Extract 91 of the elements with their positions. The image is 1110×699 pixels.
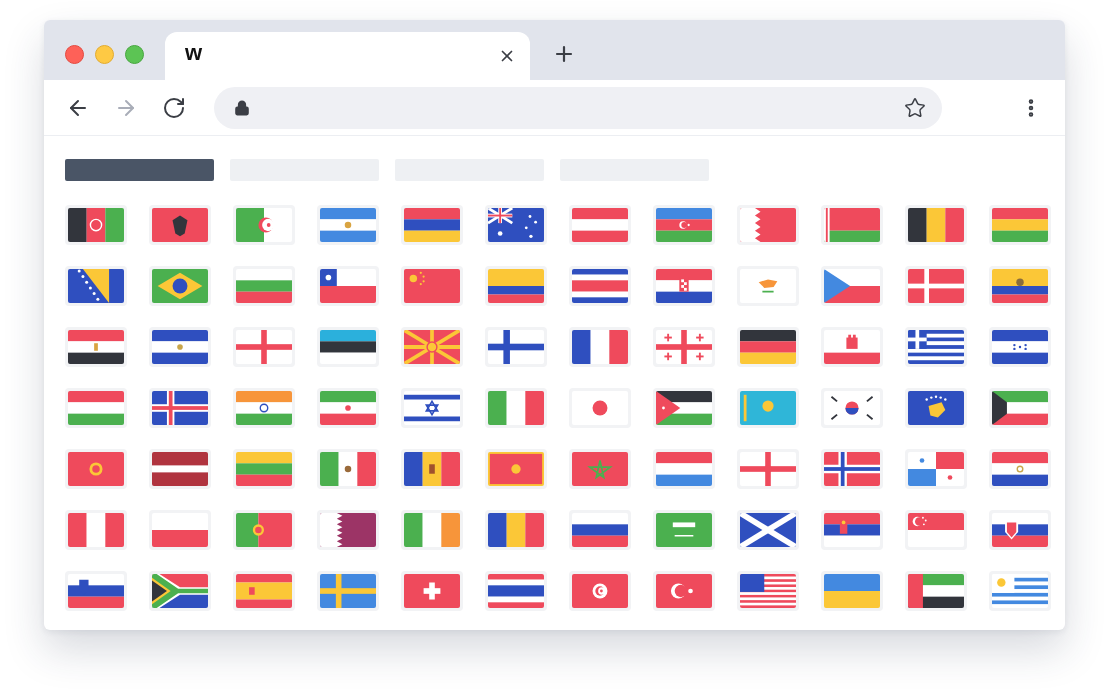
flag-icon (401, 327, 463, 367)
star-icon[interactable] (904, 96, 926, 119)
flag-icon (737, 388, 799, 428)
flag-icon (569, 571, 631, 611)
flag-icon (737, 327, 799, 367)
flag-icon (317, 327, 379, 367)
flag-icon (65, 327, 127, 367)
flag-icon (905, 571, 967, 611)
flag-icon (653, 449, 715, 489)
flag-icon (737, 205, 799, 245)
flag-icon (821, 266, 883, 306)
flag-icon (233, 449, 295, 489)
flag-icon (989, 510, 1051, 550)
flag-icon (569, 388, 631, 428)
flag-icon (569, 449, 631, 489)
flag-icon (653, 266, 715, 306)
flag-icon (401, 205, 463, 245)
flag-icon (317, 266, 379, 306)
flag-icon (737, 571, 799, 611)
flag-icon (737, 449, 799, 489)
flag-icon (485, 510, 547, 550)
flag-icon (317, 510, 379, 550)
flag-icon (569, 266, 631, 306)
flag-icon (401, 449, 463, 489)
flag-icon (65, 205, 127, 245)
flag-icon (821, 571, 883, 611)
flag-icon (149, 510, 211, 550)
flag-icon (905, 510, 967, 550)
flag-icon (905, 266, 967, 306)
flag-icon (485, 388, 547, 428)
flag-icon (149, 388, 211, 428)
flag-icon (821, 388, 883, 428)
flag-icon (989, 327, 1051, 367)
flag-icon (233, 388, 295, 428)
flag-icon (653, 571, 715, 611)
flag-icon (653, 205, 715, 245)
flag-icon (317, 205, 379, 245)
flag-icon (65, 571, 127, 611)
maximize-window-icon[interactable] (125, 45, 144, 64)
flag-icon (989, 571, 1051, 611)
flag-icon (653, 388, 715, 428)
flag-icon (233, 266, 295, 306)
flag-icon (233, 205, 295, 245)
flag-icon (821, 205, 883, 245)
flag-icon (905, 449, 967, 489)
flag-icon (317, 571, 379, 611)
flag-icon (989, 388, 1051, 428)
flag-icon (569, 510, 631, 550)
flag-icon (821, 327, 883, 367)
flag-icon (149, 266, 211, 306)
flag-icon (401, 266, 463, 306)
flag-icon (233, 571, 295, 611)
flag-icon (821, 449, 883, 489)
flag-icon (65, 449, 127, 489)
flag-icon (65, 510, 127, 550)
flag-icon (989, 205, 1051, 245)
flag-icon (149, 327, 211, 367)
flag-icon (401, 388, 463, 428)
flag-icon (485, 449, 547, 489)
flag-icon (653, 510, 715, 550)
flag-icon (989, 266, 1051, 306)
flag-icon (737, 266, 799, 306)
flag-icon (653, 327, 715, 367)
flag-icon (485, 266, 547, 306)
flag-icon (149, 205, 211, 245)
lock-icon (234, 99, 250, 116)
flag-icon (905, 388, 967, 428)
flag-icon (65, 388, 127, 428)
flag-icon (317, 388, 379, 428)
flag-icon (989, 449, 1051, 489)
flag-icon (737, 510, 799, 550)
tab-logo: w (185, 42, 203, 64)
flag-icon (485, 205, 547, 245)
flag-icon (905, 205, 967, 245)
flag-icon (233, 327, 295, 367)
reload-icon[interactable] (162, 95, 186, 120)
flag-icon (65, 266, 127, 306)
flag-icon (317, 449, 379, 489)
flag-icon (569, 205, 631, 245)
flag-icon (485, 571, 547, 611)
flag-icon (149, 571, 211, 611)
flag-icon (905, 327, 967, 367)
close-window-icon[interactable] (65, 45, 84, 64)
flag-icon (149, 449, 211, 489)
flag-icon (485, 327, 547, 367)
flag-icon (821, 510, 883, 550)
flag-icon (233, 510, 295, 550)
flag-icon (569, 327, 631, 367)
flag-icon (401, 571, 463, 611)
minimize-window-icon[interactable] (95, 45, 114, 64)
flag-icon (401, 510, 463, 550)
